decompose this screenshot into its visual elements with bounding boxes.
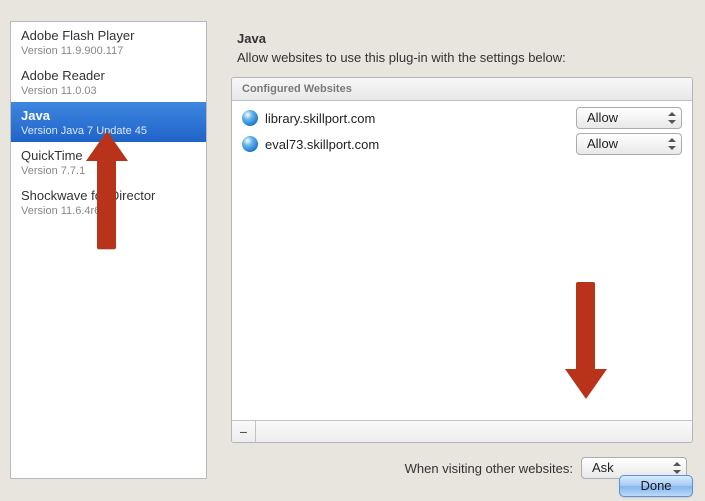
table-row[interactable]: library.skillport.com Allow <box>232 105 692 131</box>
select-value: Allow <box>576 133 682 155</box>
select-value: Allow <box>576 107 682 129</box>
globe-icon <box>242 110 258 126</box>
plugin-version: Version 7.7.1 <box>21 165 196 177</box>
sidebar-item-adobe-reader[interactable]: Adobe Reader Version 11.0.03 <box>11 62 206 102</box>
table-row[interactable]: eval73.skillport.com Allow <box>232 131 692 157</box>
plugin-version: Version Java 7 Update 45 <box>21 125 196 137</box>
table-header: Configured Websites <box>232 78 692 101</box>
table-footer: − <box>232 420 692 442</box>
minus-icon: − <box>239 424 247 440</box>
section-description: Allow websites to use this plug-in with … <box>231 50 693 65</box>
plugin-title: Shockwave for Director <box>21 188 196 203</box>
websites-list: library.skillport.com Allow eval73.skill… <box>232 101 692 420</box>
plugin-version: Version 11.9.900.117 <box>21 45 196 57</box>
website-name: eval73.skillport.com <box>265 137 576 152</box>
dialog-actions: Done <box>619 475 693 497</box>
remove-website-button[interactable]: − <box>232 421 256 442</box>
plugin-settings-panel: Adobe Flash Player Version 11.9.900.117 … <box>10 21 693 479</box>
sidebar-item-quicktime[interactable]: QuickTime Version 7.7.1 <box>11 142 206 182</box>
website-mode-select[interactable]: Allow <box>576 133 682 155</box>
website-name: library.skillport.com <box>265 111 576 126</box>
plugin-sidebar: Adobe Flash Player Version 11.9.900.117 … <box>10 21 207 479</box>
page-title: Java <box>231 31 693 46</box>
sidebar-item-flash[interactable]: Adobe Flash Player Version 11.9.900.117 <box>11 22 206 62</box>
other-websites-label: When visiting other websites: <box>405 461 573 476</box>
plugin-title: Adobe Flash Player <box>21 28 196 43</box>
sidebar-item-shockwave[interactable]: Shockwave for Director Version 11.6.4r63… <box>11 182 206 222</box>
globe-icon <box>242 136 258 152</box>
plugin-title: QuickTime <box>21 148 196 163</box>
plugin-detail-pane: Java Allow websites to use this plug-in … <box>231 21 693 479</box>
website-mode-select[interactable]: Allow <box>576 107 682 129</box>
done-button[interactable]: Done <box>619 475 693 497</box>
plugin-version: Version 11.6.4r634 <box>21 205 196 217</box>
plugin-title: Adobe Reader <box>21 68 196 83</box>
configured-websites-table: Configured Websites library.skillport.co… <box>231 77 693 443</box>
sidebar-item-java[interactable]: Java Version Java 7 Update 45 <box>11 102 206 142</box>
plugin-version: Version 11.0.03 <box>21 85 196 97</box>
plugin-title: Java <box>21 108 196 123</box>
